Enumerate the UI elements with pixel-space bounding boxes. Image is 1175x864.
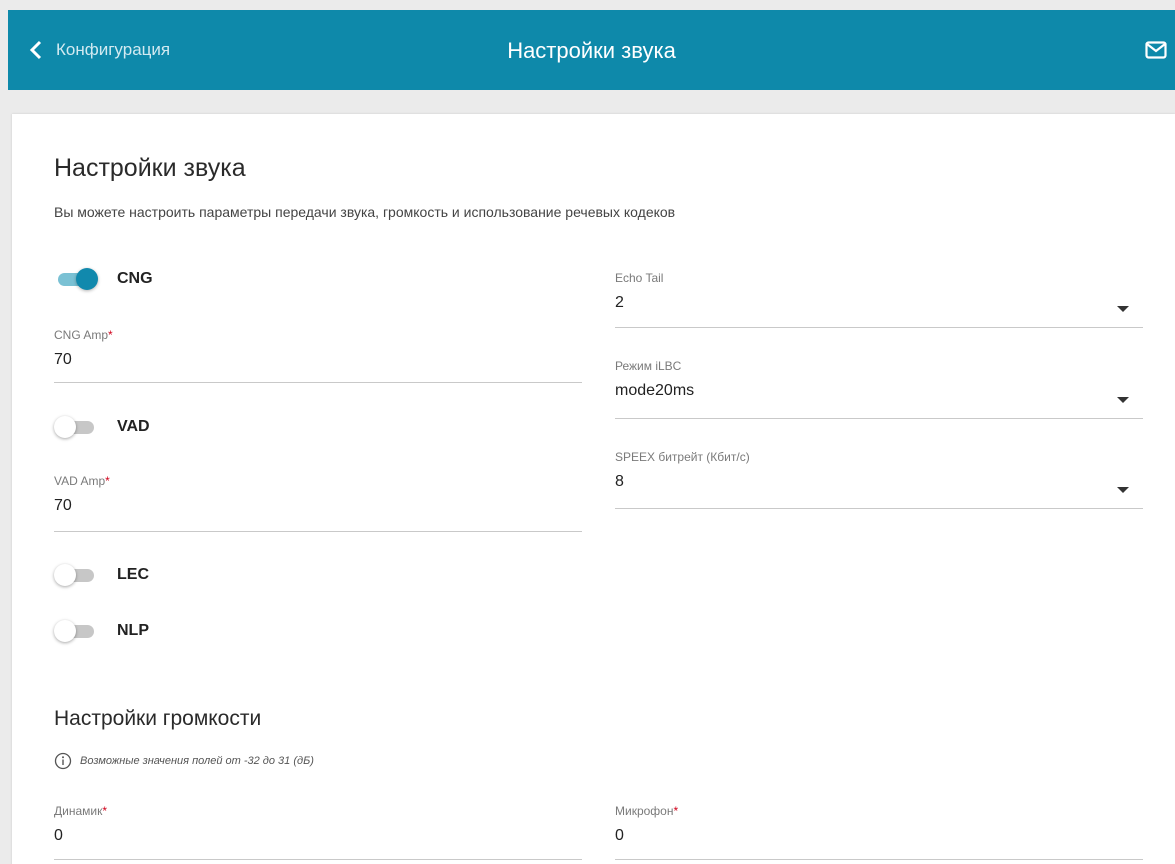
cng-amp-field[interactable]: CNG Amp* 70 bbox=[54, 328, 582, 383]
required-mark: * bbox=[673, 804, 679, 818]
input-underline bbox=[615, 418, 1143, 419]
top-bar: Конфигурация Настройки звука bbox=[8, 10, 1175, 90]
lec-label: LEC bbox=[117, 566, 149, 583]
required-mark: * bbox=[102, 804, 108, 818]
input-underline bbox=[54, 859, 582, 860]
toggle-nlp[interactable]: NLP bbox=[54, 619, 149, 643]
speaker-input[interactable]: 0 bbox=[54, 827, 582, 845]
ilbc-mode-label: Режим iLBC bbox=[615, 359, 682, 373]
required-mark: * bbox=[108, 328, 113, 342]
input-underline bbox=[54, 382, 582, 383]
settings-card: Настройки звука Вы можете настроить пара… bbox=[12, 114, 1175, 864]
switch-knob bbox=[54, 564, 76, 586]
switch-knob bbox=[54, 416, 76, 438]
toggle-cng[interactable]: CNG bbox=[54, 267, 153, 291]
dropdown-arrow-icon[interactable] bbox=[1117, 487, 1129, 493]
cng-amp-input[interactable]: 70 bbox=[54, 351, 582, 369]
ilbc-mode-value[interactable]: mode20ms bbox=[615, 382, 1143, 400]
input-underline bbox=[54, 531, 582, 532]
cng-amp-label: CNG Amp* bbox=[54, 328, 113, 342]
toggle-vad[interactable]: VAD bbox=[54, 415, 150, 439]
speaker-label: Динамик* bbox=[54, 804, 108, 818]
nlp-label: NLP bbox=[117, 622, 149, 639]
nlp-switch[interactable] bbox=[54, 619, 100, 643]
toggle-lec[interactable]: LEC bbox=[54, 563, 149, 587]
ilbc-mode-select[interactable]: Режим iLBC mode20ms bbox=[615, 359, 1143, 419]
section-title-volume: Настройки громкости bbox=[54, 707, 262, 730]
speex-bitrate-select[interactable]: SPEEX битрейт (Кбит/с) 8 bbox=[615, 450, 1143, 509]
vad-switch[interactable] bbox=[54, 415, 100, 439]
info-icon bbox=[54, 752, 72, 770]
page-title: Настройки звука bbox=[507, 38, 676, 63]
microphone-label: Микрофон* bbox=[615, 804, 679, 818]
switch-knob bbox=[54, 620, 76, 642]
lec-switch[interactable] bbox=[54, 563, 100, 587]
section-title-sound: Настройки звука bbox=[54, 154, 246, 182]
dropdown-arrow-icon[interactable] bbox=[1117, 397, 1129, 403]
dropdown-arrow-icon[interactable] bbox=[1117, 306, 1129, 312]
cng-label: CNG bbox=[117, 270, 153, 287]
cng-switch[interactable] bbox=[54, 267, 100, 291]
input-underline bbox=[615, 327, 1143, 328]
volume-hint-text: Возможные значения полей от -32 до 31 (д… bbox=[80, 755, 314, 767]
vad-amp-label: VAD Amp* bbox=[54, 474, 110, 488]
microphone-field[interactable]: Микрофон* 0 bbox=[615, 804, 1143, 860]
vad-amp-field[interactable]: VAD Amp* 70 bbox=[54, 474, 582, 532]
input-underline bbox=[615, 859, 1143, 860]
volume-hint: Возможные значения полей от -32 до 31 (д… bbox=[54, 752, 314, 770]
microphone-input[interactable]: 0 bbox=[615, 827, 1143, 845]
switch-knob bbox=[76, 268, 98, 290]
input-underline bbox=[615, 508, 1143, 509]
required-mark: * bbox=[105, 474, 110, 488]
vad-label: VAD bbox=[117, 418, 150, 435]
echo-tail-value[interactable]: 2 bbox=[615, 294, 1143, 312]
speaker-field[interactable]: Динамик* 0 bbox=[54, 804, 582, 860]
speex-bitrate-value[interactable]: 8 bbox=[615, 473, 1143, 491]
speex-bitrate-label: SPEEX битрейт (Кбит/с) bbox=[615, 450, 750, 464]
mail-icon[interactable] bbox=[1145, 41, 1167, 59]
echo-tail-select[interactable]: Echo Tail 2 bbox=[615, 271, 1143, 328]
section-description: Вы можете настроить параметры передачи з… bbox=[54, 204, 676, 220]
echo-tail-label: Echo Tail bbox=[615, 271, 664, 285]
vad-amp-input[interactable]: 70 bbox=[54, 497, 582, 515]
